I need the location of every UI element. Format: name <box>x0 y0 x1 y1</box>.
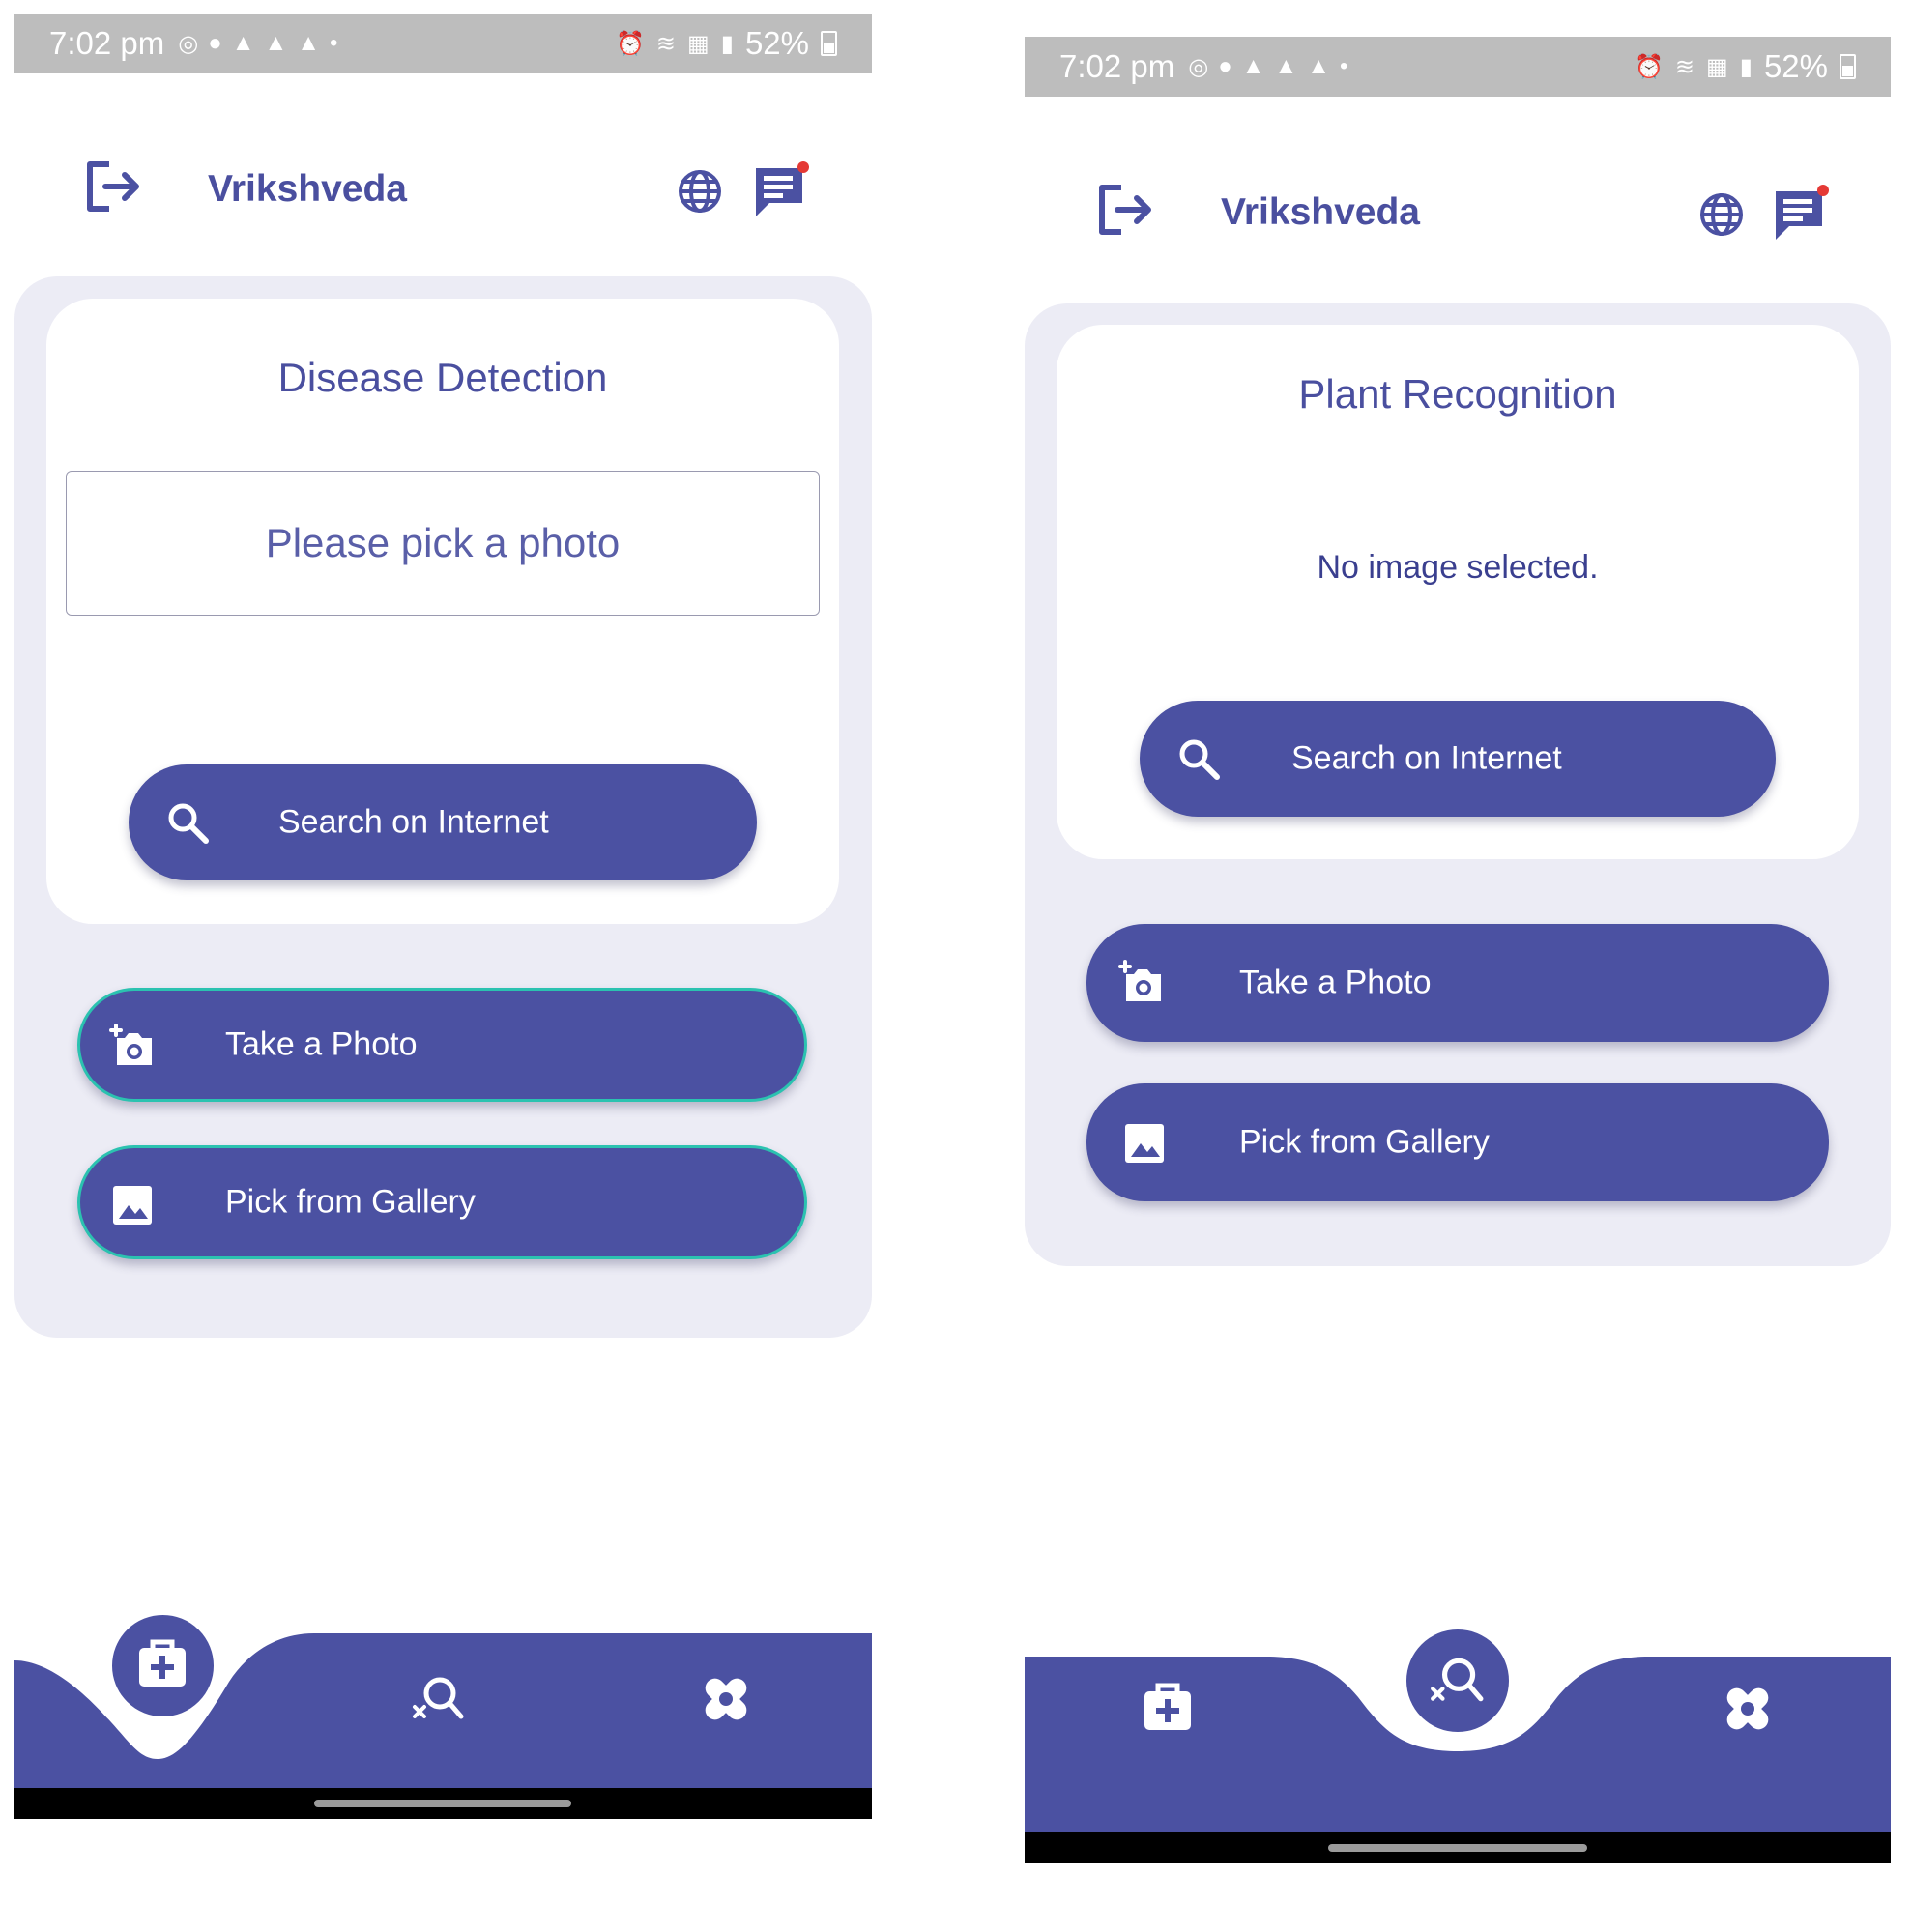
take-photo-label: Take a Photo <box>225 1025 418 1063</box>
nav-tab-disease-detection[interactable] <box>106 1609 219 1722</box>
medical-kit-icon <box>139 1639 186 1687</box>
pick-gallery-button[interactable]: Pick from Gallery <box>77 1145 807 1259</box>
snapchat-icon: ▲ <box>297 30 320 56</box>
plant-search-icon[interactable] <box>411 1672 465 1726</box>
globe-icon[interactable] <box>677 168 723 215</box>
status-bar: 7:02 pm ◎ ● ▲ ▲ ▲ • ⏰ ≋ ▦ ▮ 52% <box>14 14 872 73</box>
plant-search-icon <box>1431 1658 1484 1702</box>
globe-icon[interactable] <box>1698 191 1745 238</box>
whatsapp-icon: ◎ <box>178 30 199 57</box>
take-photo-button[interactable]: Take a Photo <box>77 988 807 1102</box>
logout-icon[interactable] <box>1098 184 1154 236</box>
chat-notification-icon[interactable] <box>1772 184 1830 244</box>
bandage-icon[interactable] <box>1719 1680 1777 1738</box>
system-home-bar <box>1025 1832 1891 1863</box>
snapchat-icon: ▲ <box>1241 53 1265 79</box>
photo-placeholder-text: Please pick a photo <box>265 520 621 565</box>
add-camera-icon <box>1118 960 1161 1001</box>
search-icon <box>1179 739 1220 780</box>
snapchat-icon: ▲ <box>231 30 255 56</box>
bottom-navigation <box>14 1609 872 1788</box>
signal-icon: ▮ <box>1739 53 1753 80</box>
photo-preview-box: Please pick a photo <box>66 471 820 616</box>
app-bar: Vrikshveda <box>14 73 872 226</box>
battery-level: 52% <box>744 25 809 61</box>
pick-gallery-label: Pick from Gallery <box>1239 1123 1490 1161</box>
nav-tab-plant-recognition[interactable] <box>1406 1629 1509 1732</box>
pick-gallery-label: Pick from Gallery <box>225 1183 476 1221</box>
card-title: Plant Recognition <box>1298 371 1617 417</box>
snapchat-icon: ▲ <box>1274 53 1298 79</box>
search-internet-label: Search on Internet <box>1291 739 1562 777</box>
snapchat-icon: ▲ <box>1307 53 1330 79</box>
system-home-bar <box>14 1788 872 1819</box>
dot-icon: • <box>1340 53 1348 79</box>
chat-bubble-icon: ● <box>1218 53 1232 79</box>
search-internet-button[interactable]: Search on Internet <box>1140 701 1776 817</box>
battery-level: 52% <box>1763 48 1828 84</box>
medical-kit-icon[interactable] <box>1139 1680 1197 1738</box>
phone-screen-disease-detection: 7:02 pm ◎ ● ▲ ▲ ▲ • ⏰ ≋ ▦ ▮ 52% Vrikshve… <box>14 14 872 1851</box>
take-photo-button[interactable]: Take a Photo <box>1086 924 1829 1042</box>
status-bar: 7:02 pm ◎ ● ▲ ▲ ▲ • ⏰ ≋ ▦ ▮ 52% <box>1025 37 1891 97</box>
home-gesture-handle[interactable] <box>314 1800 571 1807</box>
home-gesture-handle[interactable] <box>1328 1844 1587 1852</box>
app-bar: Vrikshveda <box>1025 97 1891 249</box>
signal-icon: ▮ <box>720 30 734 57</box>
logout-icon[interactable] <box>86 160 142 213</box>
search-internet-button[interactable]: Search on Internet <box>129 764 757 880</box>
card-title: Disease Detection <box>277 355 608 400</box>
image-icon <box>113 1186 152 1225</box>
phone-screen-plant-recognition: 7:02 pm ◎ ● ▲ ▲ ▲ • ⏰ ≋ ▦ ▮ 52% Vrikshve… <box>1025 37 1891 1897</box>
bottom-navigation <box>1025 1629 1891 1832</box>
volte-icon: ▦ <box>687 30 710 57</box>
wifi-icon: ≋ <box>655 30 677 57</box>
take-photo-label: Take a Photo <box>1239 964 1432 1001</box>
status-time: 7:02 pm <box>49 25 165 61</box>
bandage-icon[interactable] <box>697 1670 755 1728</box>
status-time: 7:02 pm <box>1059 48 1175 84</box>
search-internet-label: Search on Internet <box>278 803 549 841</box>
search-icon <box>168 803 209 844</box>
dot-icon: • <box>330 30 338 56</box>
battery-icon <box>821 31 837 56</box>
whatsapp-icon: ◎ <box>1188 53 1209 80</box>
chat-notification-icon[interactable] <box>752 160 810 220</box>
add-camera-icon <box>109 1024 152 1065</box>
wifi-icon: ≋ <box>1674 53 1695 80</box>
snapchat-icon: ▲ <box>264 30 288 56</box>
image-icon <box>1125 1124 1164 1163</box>
app-title: Vrikshveda <box>208 168 407 210</box>
app-title: Vrikshveda <box>1221 191 1420 233</box>
chat-bubble-icon: ● <box>208 30 222 56</box>
no-image-text: No image selected. <box>1317 549 1599 586</box>
alarm-icon: ⏰ <box>1635 53 1664 80</box>
pick-gallery-button[interactable]: Pick from Gallery <box>1086 1083 1829 1201</box>
alarm-icon: ⏰ <box>616 30 645 57</box>
volte-icon: ▦ <box>1706 53 1728 80</box>
battery-icon <box>1840 54 1856 79</box>
